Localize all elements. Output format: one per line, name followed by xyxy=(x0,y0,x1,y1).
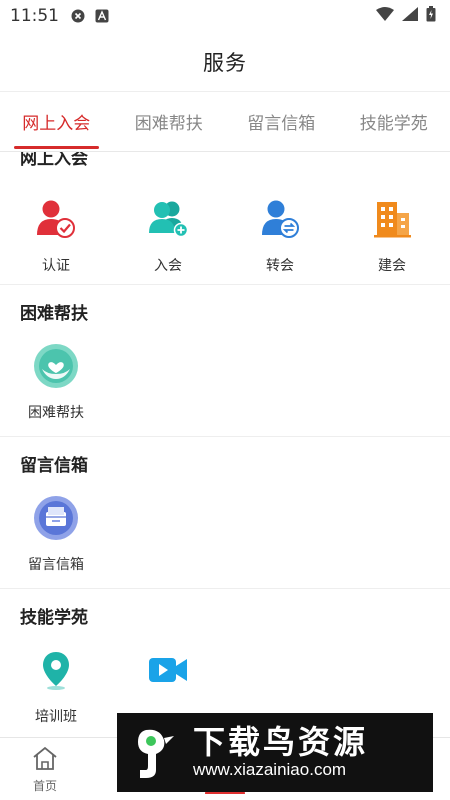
grid-item-aid[interactable]: 困难帮扶 xyxy=(0,342,112,422)
watermark-text: 下载鸟资源 www.xiazainiao.com xyxy=(193,722,369,781)
watermark-banner: 下载鸟资源 www.xiazainiao.com xyxy=(117,713,433,792)
grid-label-mailbox: 留言信箱 xyxy=(28,557,84,573)
section-title-mailbox: 留言信箱 xyxy=(20,456,88,476)
wifi-icon xyxy=(376,6,394,26)
mailbox-grid: 留言信箱 xyxy=(0,494,450,574)
font-a-icon xyxy=(95,9,109,23)
signal-icon xyxy=(402,6,418,26)
tab-aid[interactable]: 困难帮扶 xyxy=(113,92,226,151)
grid-item-join[interactable]: 入会 xyxy=(112,195,224,275)
tab-bar: 网上入会 困难帮扶 留言信箱 技能学苑 xyxy=(0,92,450,152)
status-time: 11:51 xyxy=(10,6,59,26)
grid-item-build[interactable]: 建会 xyxy=(336,195,448,275)
grid-item-transfer[interactable]: 转会 xyxy=(224,195,336,275)
grid-item-training[interactable]: 培训班 xyxy=(0,646,112,726)
watermark-title: 下载鸟资源 xyxy=(193,722,369,761)
location-pin-icon xyxy=(32,646,80,694)
app-header: 服务 xyxy=(0,32,450,92)
video-camera-icon xyxy=(144,646,192,694)
section-mailbox: 留言信箱 留言信箱 xyxy=(0,437,450,589)
section-title-join: 网上入会 xyxy=(20,152,88,169)
users-add-icon xyxy=(144,195,192,243)
mailbox-icon xyxy=(32,494,80,542)
grid-label-build: 建会 xyxy=(378,258,406,274)
service-content[interactable]: 网上入会 认证 入会 转会 建会 困难帮扶 困难帮扶 留言信箱 留言信箱 技能学… xyxy=(0,152,450,737)
tab-join[interactable]: 网上入会 xyxy=(0,92,113,151)
bird-logo-icon xyxy=(125,723,183,783)
status-bar: 11:51 xyxy=(0,0,450,32)
page-title: 服务 xyxy=(203,50,247,75)
section-aid: 困难帮扶 困难帮扶 xyxy=(0,285,450,437)
user-check-icon xyxy=(32,195,80,243)
grid-label-certify: 认证 xyxy=(42,258,70,274)
heart-hands-icon xyxy=(32,342,80,390)
section-join: 网上入会 认证 入会 转会 建会 xyxy=(0,152,450,285)
tab-mailbox[interactable]: 留言信箱 xyxy=(225,92,338,151)
user-transfer-icon xyxy=(256,195,304,243)
grid-label-aid: 困难帮扶 xyxy=(28,405,84,421)
section-title-skills: 技能学苑 xyxy=(20,608,88,628)
home-icon xyxy=(30,743,60,773)
grid-label-join: 入会 xyxy=(154,258,182,274)
section-title-aid: 困难帮扶 xyxy=(20,304,88,324)
nav-home[interactable]: 首页 xyxy=(0,738,90,800)
grid-label-transfer: 转会 xyxy=(266,258,294,274)
aid-grid: 困难帮扶 xyxy=(0,342,450,422)
battery-icon xyxy=(426,5,436,27)
grid-item-certify[interactable]: 认证 xyxy=(0,195,112,275)
watermark-url: www.xiazainiao.com xyxy=(193,759,347,779)
building-icon xyxy=(368,195,416,243)
tab-skills[interactable]: 技能学苑 xyxy=(338,92,450,151)
grid-item-mailbox[interactable]: 留言信箱 xyxy=(0,494,112,574)
join-grid: 认证 入会 转会 建会 xyxy=(0,195,450,275)
nav-label-home: 首页 xyxy=(32,779,57,793)
shield-x-icon xyxy=(71,9,85,23)
grid-label-training: 培训班 xyxy=(35,709,77,725)
